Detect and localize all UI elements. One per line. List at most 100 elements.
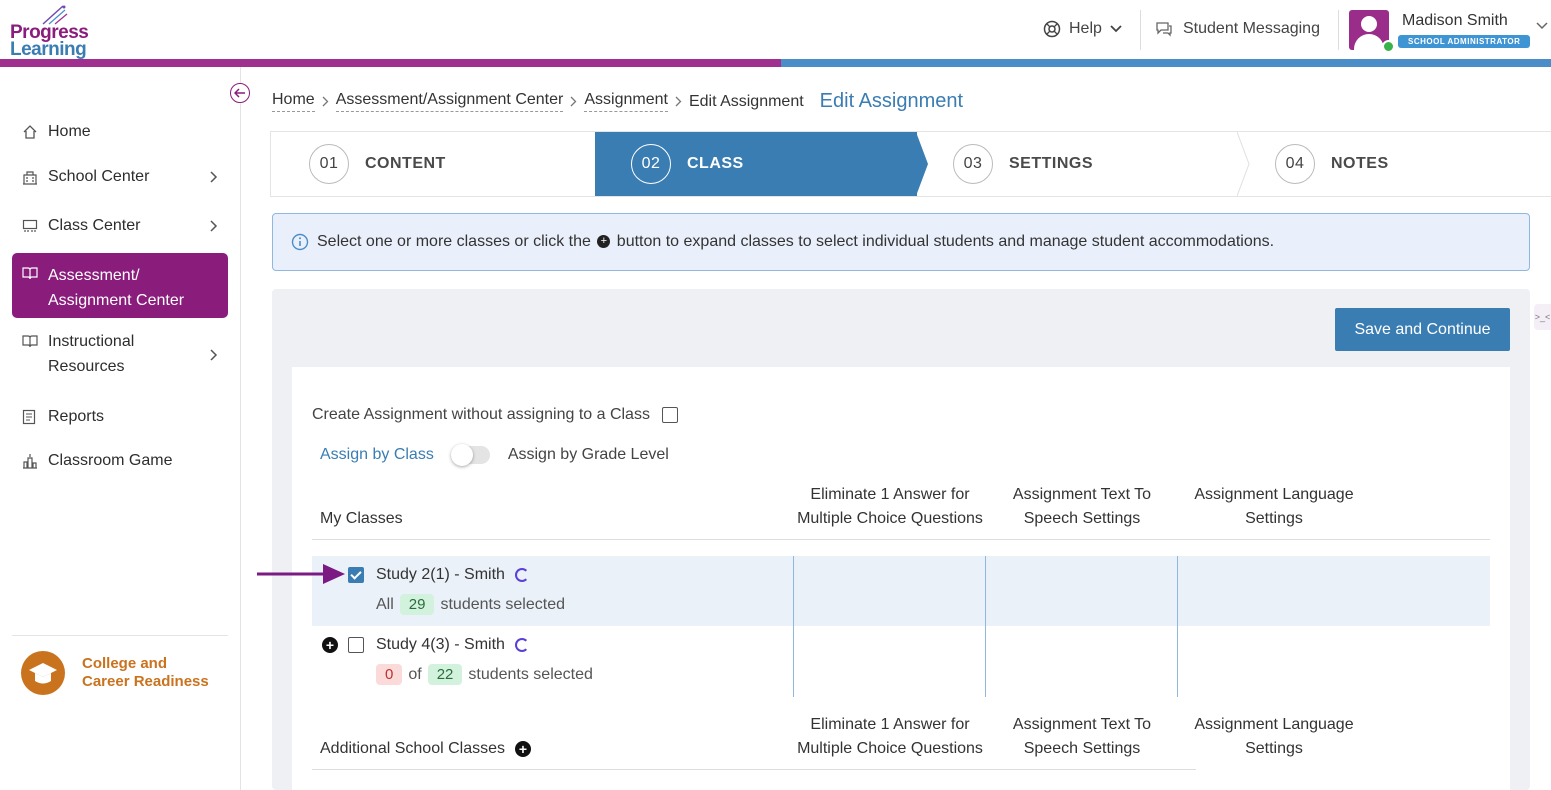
- help-menu[interactable]: Help: [1043, 20, 1122, 38]
- logo-text-learning: Learning: [10, 39, 87, 60]
- chevron-right-icon: [322, 96, 329, 107]
- breadcrumb-home[interactable]: Home: [272, 91, 315, 112]
- chevron-right-icon: [570, 96, 577, 107]
- step-label: CLASS: [687, 155, 744, 172]
- column-divider: [1177, 556, 1178, 697]
- info-text-before: Select one or more classes or click the: [317, 233, 591, 250]
- column-divider: [985, 556, 986, 697]
- create-without-class-label: Create Assignment without assigning to a…: [312, 406, 650, 423]
- header-line: Speech Settings: [1023, 510, 1141, 527]
- save-and-continue-button[interactable]: Save and Continue: [1335, 308, 1510, 351]
- additional-header-divider: [312, 769, 1196, 770]
- students-selected: 0 of 22 students selected: [376, 664, 593, 685]
- assign-mode-toggle-row: Assign by Class Assign by Grade Level: [320, 444, 669, 466]
- assign-mode-toggle[interactable]: [450, 444, 490, 466]
- header-line: Multiple Choice Questions: [797, 510, 983, 527]
- sidebar-item-label: Instructional: [48, 333, 135, 350]
- eliminate-answer-header: Eliminate 1 Answer for Multiple Choice Q…: [794, 713, 986, 761]
- report-icon: [12, 409, 48, 425]
- class-checkbox[interactable]: [348, 567, 364, 583]
- brand-stripe: [0, 59, 1551, 67]
- sidebar-item-label: Classroom Game: [48, 452, 173, 469]
- column-divider: [793, 556, 794, 697]
- sidebar-item-label: School Center: [48, 168, 150, 185]
- chevron-right-icon: [210, 171, 218, 183]
- home-icon: [12, 124, 48, 140]
- header-divider: [1338, 10, 1339, 50]
- tts-settings-header: Assignment Text To Speech Settings: [986, 713, 1178, 761]
- students-selected-label: students selected: [468, 665, 593, 683]
- sidebar-item-school-center[interactable]: School Center: [12, 163, 228, 191]
- expand-plus-icon[interactable]: +: [322, 637, 338, 653]
- sidebar-item-assessment-center[interactable]: Assessment/ Assignment Center: [12, 253, 228, 318]
- sidebar-divider: [12, 635, 228, 636]
- student-count-badge: 22: [427, 664, 463, 685]
- add-class-plus-icon[interactable]: +: [515, 741, 531, 757]
- user-name[interactable]: Madison Smith: [1402, 12, 1508, 30]
- sidebar-item-class-center[interactable]: Class Center: [12, 212, 228, 240]
- language-settings-header: Assignment Language Settings: [1178, 483, 1370, 531]
- header-line: Assignment Language: [1194, 486, 1354, 503]
- info-text-after: button to expand classes to select indiv…: [616, 233, 1275, 250]
- step-settings[interactable]: 03 SETTINGS: [953, 132, 1233, 196]
- all-label: All: [376, 595, 394, 613]
- assign-by-grade-label[interactable]: Assign by Grade Level: [508, 446, 669, 464]
- c-badge-icon: [514, 568, 529, 582]
- sidebar-item-reports[interactable]: Reports: [12, 403, 228, 431]
- help-label: Help: [1069, 20, 1102, 37]
- tts-settings-header: Assignment Text To Speech Settings: [986, 483, 1178, 531]
- student-count-badge: 29: [399, 594, 435, 615]
- step-class[interactable]: 02 CLASS: [595, 132, 917, 196]
- step-arrow: [916, 132, 928, 196]
- step-content[interactable]: 01 CONTENT: [309, 132, 589, 196]
- side-widget-tab[interactable]: >_<: [1534, 304, 1551, 330]
- step-label: CONTENT: [365, 155, 446, 172]
- step-notes[interactable]: 04 NOTES: [1275, 132, 1545, 196]
- students-selected: All 29 students selected: [376, 594, 565, 615]
- sidebar-item-home[interactable]: Home: [12, 118, 228, 146]
- sidebar-item-classroom-game[interactable]: Classroom Game: [12, 447, 228, 475]
- plus-circle-icon: +: [597, 235, 611, 249]
- messaging-label: Student Messaging: [1183, 20, 1320, 37]
- sidebar-item-label: Resources: [48, 358, 125, 375]
- school-icon: [12, 169, 48, 185]
- class-name: Study 2(1) - Smith: [376, 566, 529, 584]
- header-line: Assignment Text To: [1012, 716, 1152, 733]
- additional-classes-header: Additional School Classes +: [320, 740, 531, 758]
- open-book-icon: [12, 329, 48, 348]
- sidebar-item-label: Assignment Center: [48, 292, 185, 309]
- book-icon: [12, 263, 48, 280]
- info-icon: [291, 233, 309, 251]
- collapse-sidebar-button[interactable]: [230, 83, 250, 103]
- chat-icon: [1156, 22, 1172, 37]
- class-name-text: Study 2(1) - Smith: [376, 566, 505, 583]
- additional-classes-label: Additional School Classes: [320, 740, 505, 757]
- step-number: 01: [309, 144, 349, 184]
- class-name: Study 4(3) - Smith: [376, 636, 529, 654]
- header-line: Settings: [1245, 510, 1303, 527]
- college-career-readiness-link[interactable]: College and Career Readiness: [20, 650, 209, 696]
- c-badge-icon: [514, 638, 529, 652]
- header-line: Speech Settings: [1023, 740, 1141, 757]
- class-checkbox[interactable]: [348, 637, 364, 653]
- my-classes-header: My Classes: [320, 510, 403, 527]
- header-line: Eliminate 1 Answer for: [810, 716, 970, 733]
- student-messaging-link[interactable]: Student Messaging: [1155, 20, 1320, 38]
- breadcrumb-assignment[interactable]: Assignment: [584, 91, 668, 112]
- breadcrumb-current: Edit Assignment: [688, 92, 804, 110]
- chevron-right-icon: [210, 349, 218, 361]
- sidebar-item-instructional-resources[interactable]: Instructional Resources: [12, 329, 228, 381]
- lifebuoy-icon: [1043, 20, 1061, 38]
- sidebar-item-label: Class Center: [48, 217, 141, 234]
- progress-learning-logo[interactable]: Progress Learning: [10, 4, 100, 60]
- header-line: Assignment Language: [1194, 716, 1354, 733]
- step-number: 04: [1275, 144, 1315, 184]
- header-divider: [1140, 10, 1141, 50]
- chevron-down-icon: [1110, 25, 1122, 33]
- assign-by-class-label[interactable]: Assign by Class: [320, 446, 434, 464]
- selected-count-badge: 0: [376, 664, 403, 685]
- breadcrumb-assessment-center[interactable]: Assessment/Assignment Center: [335, 91, 564, 112]
- chevron-right-icon: [210, 220, 218, 232]
- user-menu-chevron-icon[interactable]: [1536, 22, 1548, 30]
- create-without-class-checkbox[interactable]: [661, 407, 678, 423]
